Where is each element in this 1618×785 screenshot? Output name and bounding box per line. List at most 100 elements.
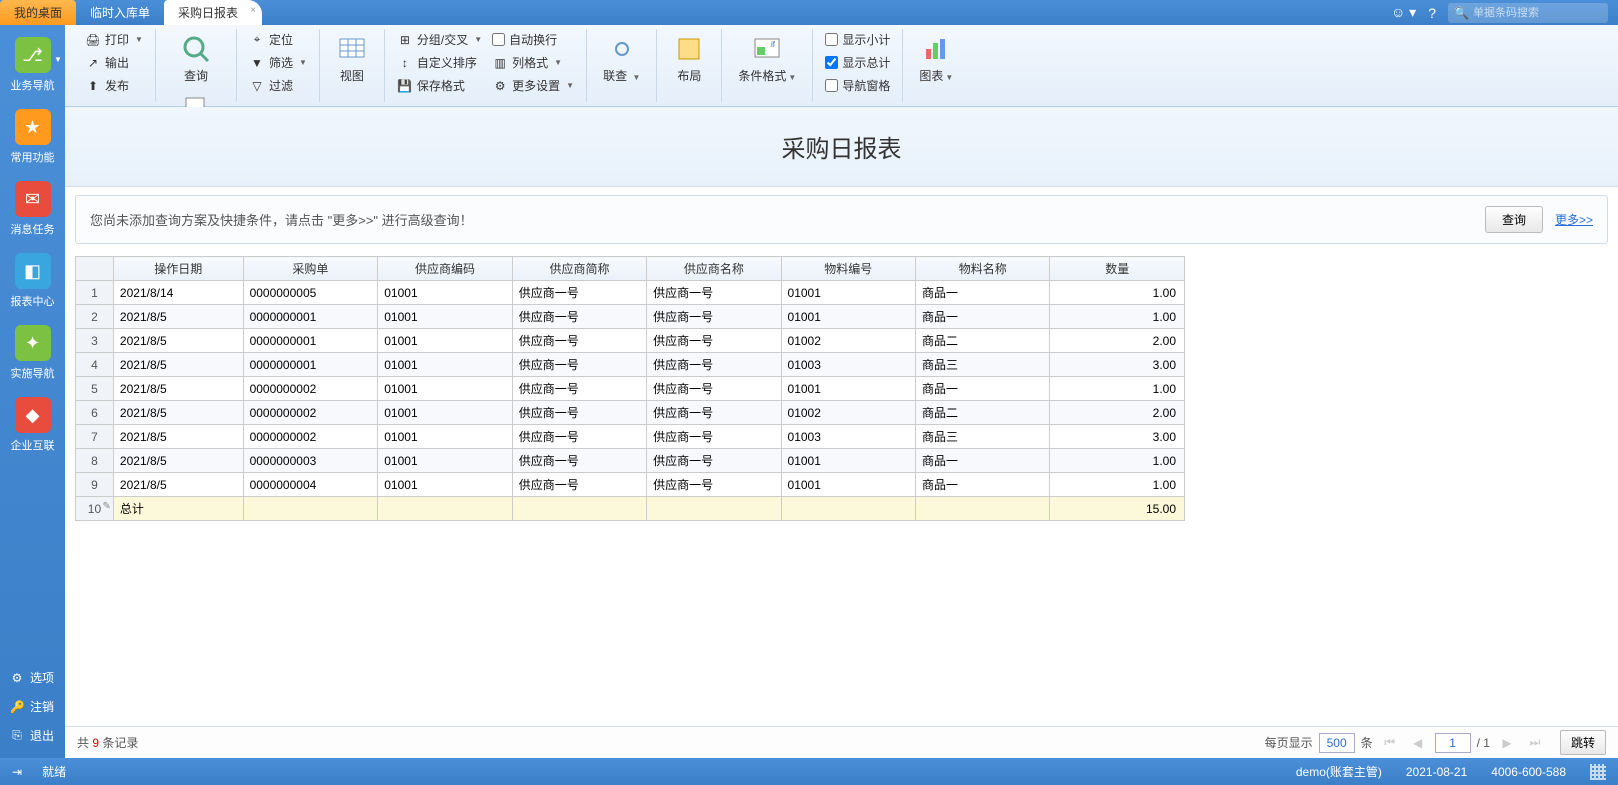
nav-item-label: 报表中心 [11,293,55,309]
condformat-button[interactable]: if条件格式▼ [730,29,804,88]
expand-icon[interactable]: ⇥ [12,765,22,779]
table-row[interactable]: 12021/8/14000000000501001供应商一号供应商一号01001… [76,281,1185,305]
table-cell: 01001 [378,353,513,377]
query-hint: 您尚未添加查询方案及快捷条件，请点击 "更多>>" 进行高级查询！ [90,210,473,229]
saveformat-button[interactable]: 💾保存格式 [393,75,486,96]
col-header[interactable]: 供应商编码 [378,257,513,281]
nav-dropdown-icon[interactable]: ▼ [54,55,62,64]
pager: 每页显示 条 ⏮ ◀ / 1 ▶ ⏭ 跳转 [1265,730,1606,755]
table-cell: 供应商一号 [512,305,646,329]
colformat-button[interactable]: ▥列格式▼ [488,52,578,73]
barcode-search-input[interactable] [1473,7,1602,19]
ruler-icon [673,33,705,65]
nav-item-0[interactable]: ⎇业务导航 [0,31,65,103]
col-header[interactable]: 物料编号 [781,257,916,281]
group-icon: ⊞ [397,32,413,48]
status-bar: ⇥ 就绪 demo(账套主管) 2021-08-21 4006-600-588 [0,758,1618,785]
table-row[interactable]: 72021/8/5000000000201001供应商一号供应商一号01003商… [76,425,1185,449]
grid-icon [336,33,368,65]
link-button[interactable]: 联查 ▼ [595,29,648,88]
tab-2[interactable]: 采购日报表× [164,0,262,25]
table-cell: 0000000005 [243,281,378,305]
total-checkbox-input[interactable] [825,56,838,69]
table-cell: 供应商一号 [512,377,646,401]
nav-item-3[interactable]: ◧报表中心 [0,247,65,319]
query-button[interactable]: 查询 [1485,206,1543,233]
filter-button[interactable]: ▼筛选▼ [245,52,311,73]
pager-prev-icon[interactable]: ◀ [1407,732,1429,754]
table-row[interactable]: 52021/8/5000000000201001供应商一号供应商一号01001商… [76,377,1185,401]
table-cell: 供应商一号 [512,473,646,497]
col-header[interactable]: 数量 [1050,257,1185,281]
query-button[interactable]: 查询 [164,29,228,88]
table-cell: 供应商一号 [512,281,646,305]
table-cell: 供应商一号 [512,353,646,377]
nav-item-1[interactable]: ★常用功能 [0,103,65,175]
smile-icon[interactable]: ☺ ▾ [1391,4,1416,21]
pager-next-icon[interactable]: ▶ [1496,732,1518,754]
more-link[interactable]: 更多>> [1555,211,1593,228]
printer-icon: 🖨 [85,32,101,48]
nav-bottom-1[interactable]: 🔑注销 [0,692,65,721]
export-button[interactable]: ↗输出 [81,52,147,73]
table-cell: 0000000001 [243,329,378,353]
col-header[interactable]: 操作日期 [113,257,243,281]
navpane-checkbox[interactable]: 导航窗格 [821,75,894,96]
total-checkbox[interactable]: 显示总计 [821,52,894,73]
tabs: 我的桌面临时入库单采购日报表× [0,0,262,25]
tab-1[interactable]: 临时入库单 [76,0,164,25]
col-header[interactable]: 供应商简称 [512,257,646,281]
tab-0[interactable]: 我的桌面 [0,0,76,25]
table-cell: 供应商一号 [647,353,781,377]
col-header[interactable]: 物料名称 [916,257,1050,281]
nav-icon: ◆ [15,397,51,433]
table-cell: 供应商一号 [647,377,781,401]
table-row[interactable]: 62021/8/5000000000201001供应商一号供应商一号01002商… [76,401,1185,425]
table-row[interactable]: 82021/8/5000000000301001供应商一号供应商一号01001商… [76,449,1185,473]
nav-bottom-2[interactable]: ⎘退出 [0,721,65,750]
help-icon[interactable]: ? [1428,5,1436,21]
wrap-checkbox-input[interactable] [492,33,505,46]
print-button[interactable]: 🖨打印▼ [81,29,147,50]
col-header[interactable]: 采购单 [243,257,378,281]
subtotal-checkbox[interactable]: 显示小计 [821,29,894,50]
filterout-button[interactable]: ▽过滤 [245,75,311,96]
navpane-checkbox-input[interactable] [825,79,838,92]
barcode-search[interactable]: 🔍 [1448,3,1608,23]
layout-button[interactable]: 布局 [665,29,713,88]
view-button[interactable]: 视图 [328,29,376,88]
status-phone: 4006-600-588 [1491,765,1566,779]
link-icon [606,33,638,65]
table-row[interactable]: 22021/8/5000000000101001供应商一号供应商一号01001商… [76,305,1185,329]
chart-button[interactable]: 图表▼ [911,29,961,88]
col-header[interactable]: 供应商名称 [647,257,781,281]
pager-first-icon[interactable]: ⏮ [1379,732,1401,754]
more-settings-button[interactable]: ⚙更多设置▼ [488,75,578,96]
table-cell: 供应商一号 [647,449,781,473]
table-row[interactable]: 92021/8/5000000000401001供应商一号供应商一号01001商… [76,473,1185,497]
table-cell [781,497,916,521]
table-cell: 供应商一号 [647,281,781,305]
table-cell: 1.00 [1050,449,1185,473]
perpage-input[interactable] [1319,733,1355,753]
qr-icon[interactable] [1590,764,1606,780]
table-cell [512,497,646,521]
nav-item-2[interactable]: ✉消息任务 [0,175,65,247]
locate-button[interactable]: ⌖定位 [245,29,311,50]
wrap-checkbox[interactable]: 自动换行 [488,29,578,50]
table-row[interactable]: 32021/8/5000000000101001供应商一号供应商一号01002商… [76,329,1185,353]
nav-item-label: 业务导航 [11,77,55,93]
page-input[interactable] [1435,733,1471,753]
table-row[interactable]: 42021/8/5000000000101001供应商一号供应商一号01003商… [76,353,1185,377]
jump-button[interactable]: 跳转 [1560,730,1606,755]
nav-bottom-0[interactable]: ⚙选项 [0,663,65,692]
publish-button[interactable]: ⬆发布 [81,75,147,96]
subtotal-checkbox-input[interactable] [825,33,838,46]
nav-item-4[interactable]: ✦实施导航 [0,319,65,391]
nav-item-5[interactable]: ◆企业互联 [0,391,65,463]
sort-button[interactable]: ↕自定义排序 [393,52,486,73]
close-icon[interactable]: × [250,5,256,16]
status-ready: 就绪 [42,763,66,780]
group-button[interactable]: ⊞分组/交叉▼ [393,29,486,50]
pager-last-icon[interactable]: ⏭ [1524,732,1546,754]
